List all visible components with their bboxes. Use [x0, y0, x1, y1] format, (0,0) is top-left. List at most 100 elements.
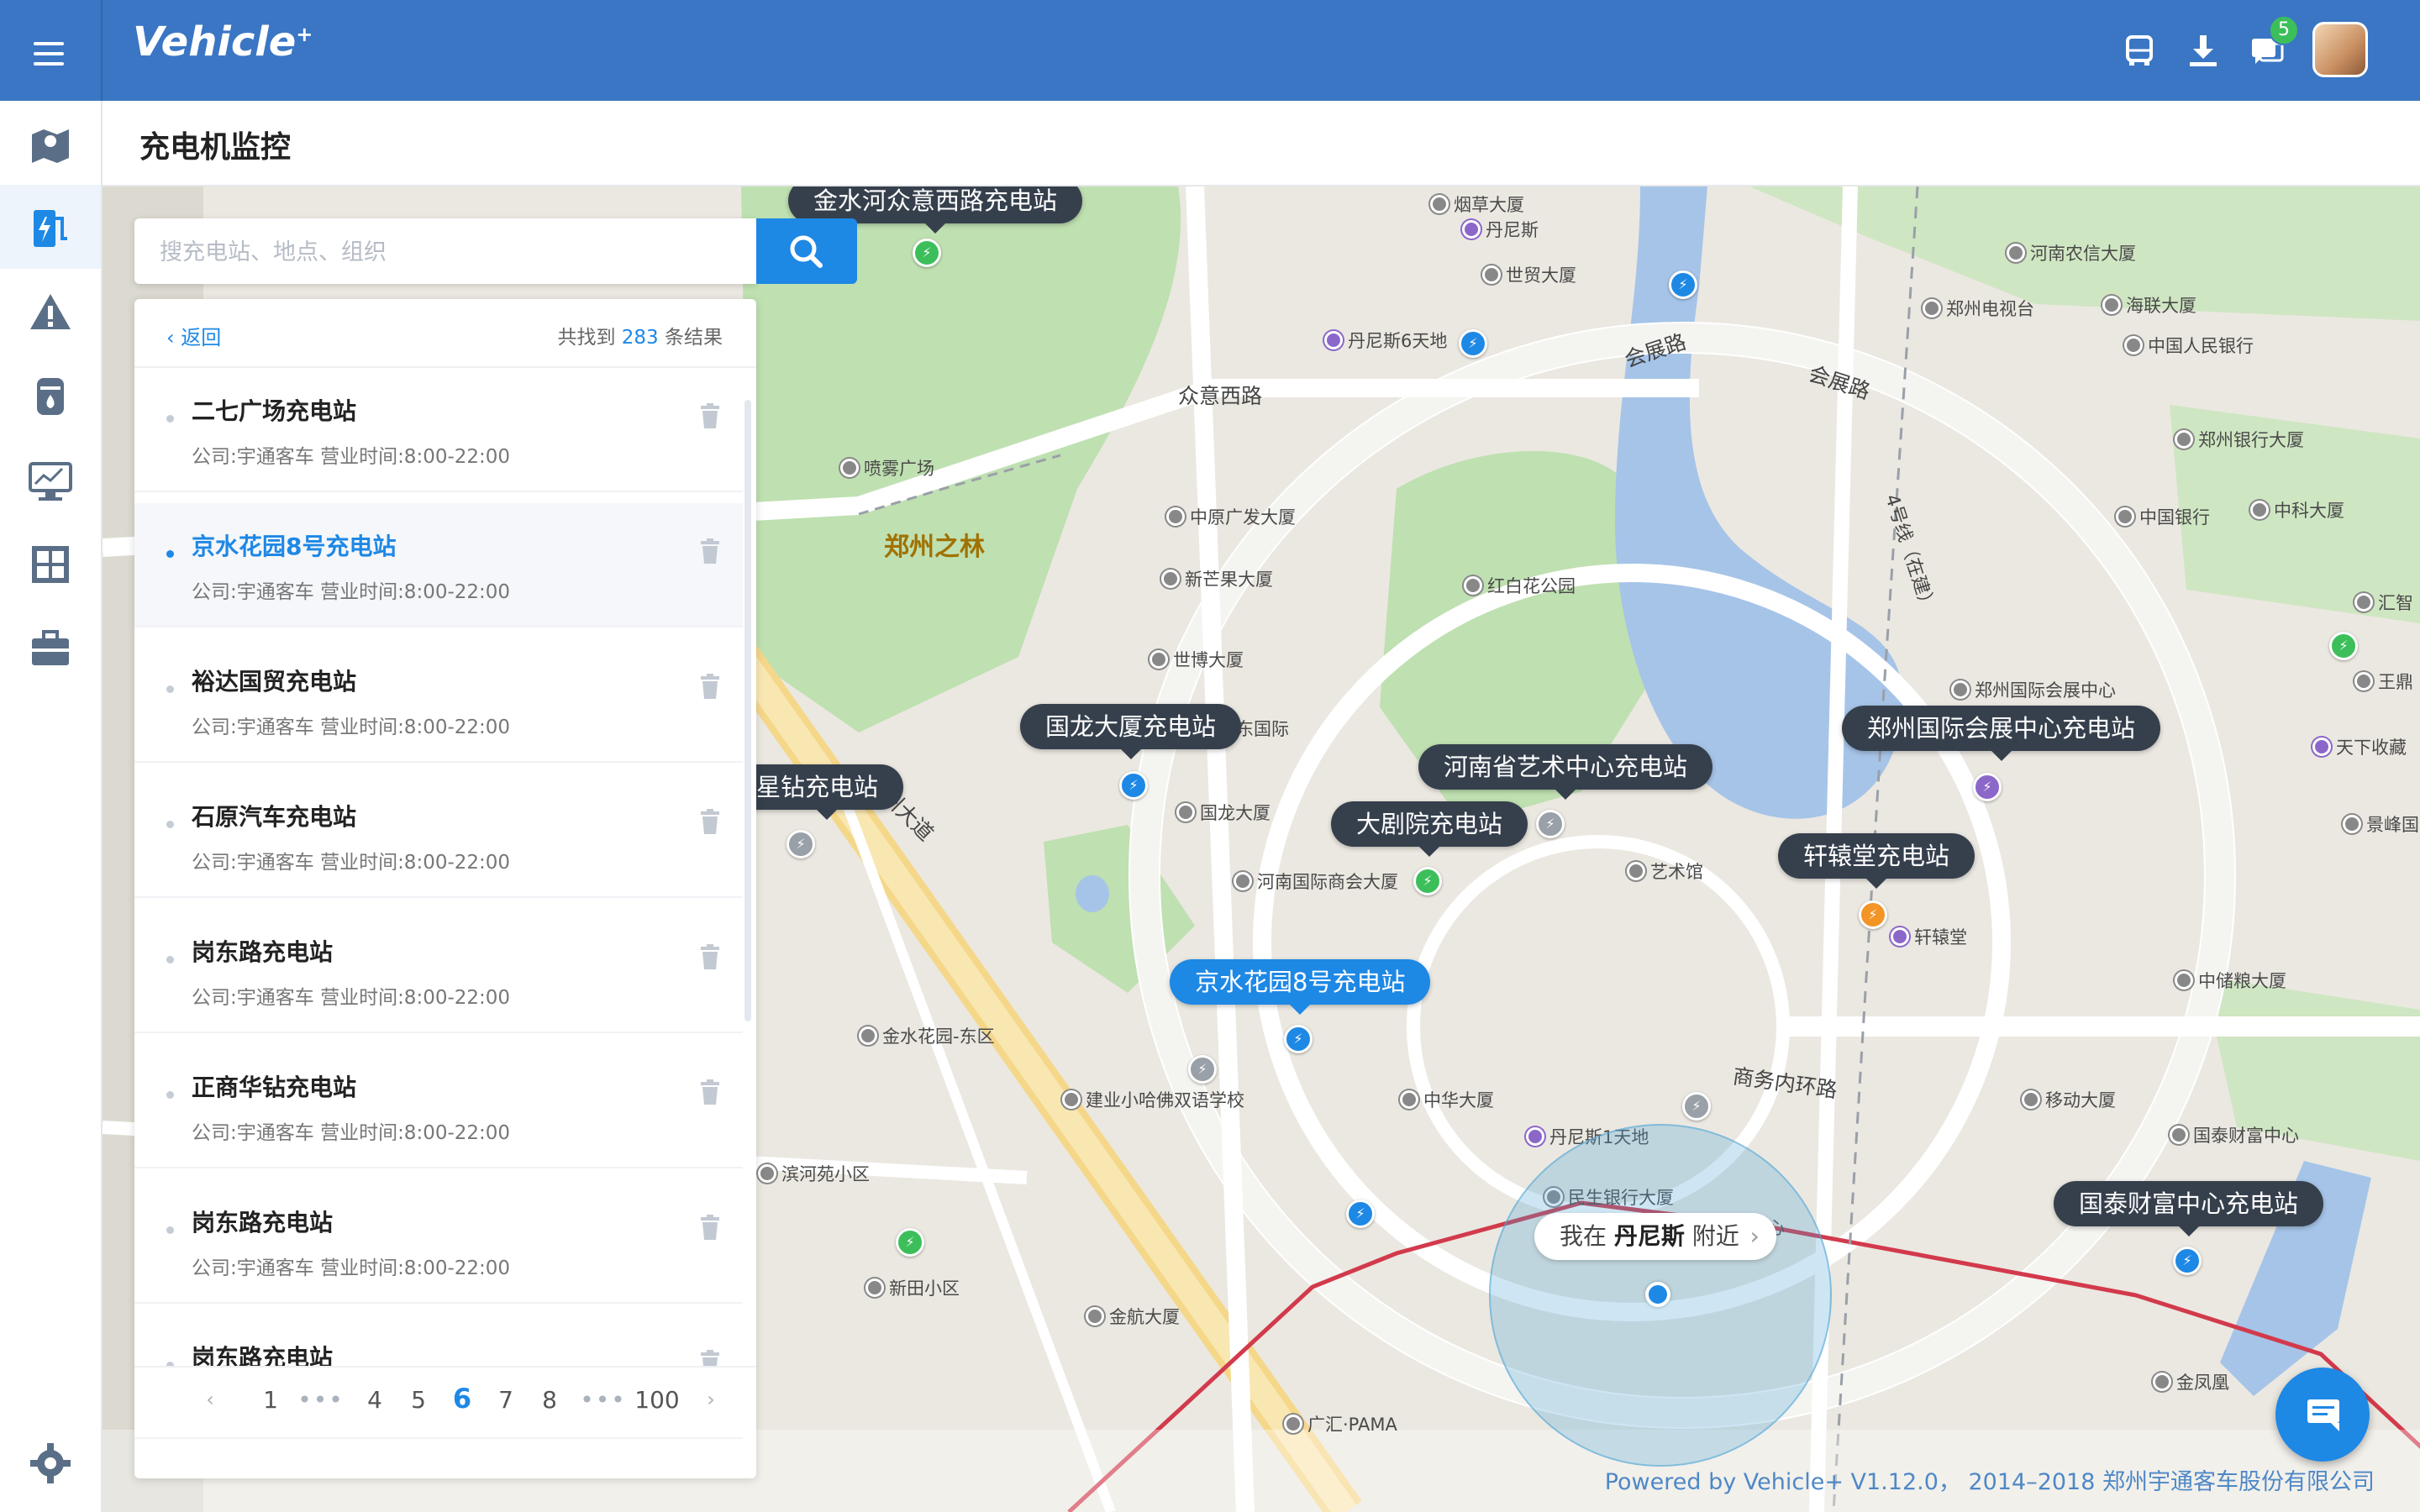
- chevron-left-icon: ‹: [166, 326, 175, 349]
- trash-icon[interactable]: [699, 809, 721, 834]
- poi: 金凤凰: [2153, 1369, 2229, 1394]
- charging-station-pin[interactable]: ⚡: [913, 239, 941, 267]
- bullet: [166, 1091, 174, 1099]
- station-list-item[interactable]: 京水花园8号充电站 公司:宇通客车 营业时间:8:00-22:00: [134, 503, 743, 627]
- station-list-item[interactable]: 正商华钻充电站 公司:宇通客车 营业时间:8:00-22:00: [134, 1044, 743, 1168]
- page-button[interactable]: 8: [524, 1386, 575, 1414]
- poi: 喷雾广场: [840, 455, 934, 480]
- avatar[interactable]: [2312, 22, 2368, 77]
- poi: 中原广发大厦: [1166, 504, 1296, 529]
- station-list-item[interactable]: 岗东路充电站公司:宇通客车 营业时间:8:00-22:00: [134, 909, 743, 1033]
- station-list-item[interactable]: 岗东路充电站公司:宇通客车 营业时间:8:00-22:00: [134, 1179, 743, 1304]
- charging-station-pin[interactable]: ⚡: [1536, 810, 1565, 838]
- poi: 金水花园-东区: [859, 1023, 995, 1048]
- trash-icon[interactable]: [699, 1215, 721, 1240]
- app-logo[interactable]: Vehicle+: [133, 18, 313, 66]
- bullet: [166, 821, 174, 828]
- charging-station-pin[interactable]: ⚡: [1346, 1200, 1375, 1228]
- station-callout[interactable]: 河南省艺术中心充电站: [1418, 744, 1713, 800]
- station-list-item[interactable]: 石原汽车充电站 公司:宇通客车 营业时间:8:00-22:00: [134, 774, 743, 898]
- menu-button[interactable]: [0, 0, 103, 101]
- back-button[interactable]: ‹ 返回: [166, 321, 221, 350]
- page-button[interactable]: 1: [245, 1386, 296, 1414]
- trash-icon[interactable]: [699, 1079, 721, 1105]
- poi: 建业小哈佛双语学校: [1062, 1087, 1244, 1112]
- search-input[interactable]: [158, 218, 750, 286]
- chat-icon: [2307, 1399, 2339, 1431]
- bus-icon[interactable]: [2121, 32, 2158, 69]
- trash-icon[interactable]: [699, 538, 721, 564]
- station-callout[interactable]: 星钻充电站: [750, 764, 904, 820]
- station-meta: 公司:宇通客车 营业时间:8:00-22:00: [192, 446, 511, 468]
- station-callout[interactable]: 国龙大厦充电站: [1020, 704, 1242, 759]
- scrollbar[interactable]: [744, 400, 751, 1021]
- charging-station-pin[interactable]: ⚡: [1119, 771, 1148, 800]
- bullet: [166, 550, 174, 558]
- station-meta: 公司:宇通客车 营业时间:8:00-22:00: [192, 1257, 511, 1279]
- notification-badge: 5: [2269, 15, 2299, 45]
- charging-station-pin[interactable]: ⚡: [1413, 867, 1442, 895]
- poi: 世博大厦: [1150, 647, 1244, 672]
- poi: 国龙大厦: [1176, 800, 1270, 825]
- result-count: 共找到 283 条结果: [557, 327, 723, 349]
- trash-icon[interactable]: [699, 944, 721, 969]
- search-box: [134, 218, 756, 286]
- nav-map[interactable]: [0, 101, 101, 185]
- charging-station-pin[interactable]: ⚡: [2329, 632, 2358, 660]
- station-list-item[interactable]: 裕达国贸充电站 公司:宇通客车 营业时间:8:00-22:00: [134, 638, 743, 763]
- nav-alerts[interactable]: [0, 269, 101, 353]
- nav-dashboard[interactable]: [0, 521, 101, 605]
- poi: 天下收藏: [2312, 734, 2407, 759]
- page-button[interactable]: 6: [437, 1383, 487, 1415]
- poi: 河南国际商会大厦: [1234, 869, 1398, 894]
- station-callout[interactable]: 国泰财富中心充电站: [2054, 1181, 2324, 1236]
- station-list-item[interactable]: 二七广场充电站 公司:宇通客车 营业时间:8:00-22:00: [134, 368, 743, 492]
- prev-page-button[interactable]: ‹: [185, 1388, 235, 1411]
- near-location-pill[interactable]: 我在 丹尼斯 附近 ›: [1534, 1213, 1776, 1260]
- charging-station-pin[interactable]: ⚡: [1973, 773, 2002, 801]
- page-button[interactable]: 7: [481, 1386, 531, 1414]
- download-icon[interactable]: [2185, 32, 2222, 69]
- chat-button[interactable]: [2275, 1368, 2370, 1462]
- nav-charging[interactable]: [0, 185, 101, 269]
- charging-station-pin[interactable]: ⚡: [1682, 1092, 1711, 1121]
- bullet: [166, 685, 174, 693]
- trash-icon[interactable]: [699, 674, 721, 699]
- page-button[interactable]: 5: [393, 1386, 444, 1414]
- nav-tools[interactable]: [0, 605, 101, 689]
- next-page-button[interactable]: ›: [686, 1388, 736, 1411]
- search-button[interactable]: [756, 218, 857, 284]
- charging-station-pin[interactable]: ⚡: [1284, 1025, 1313, 1053]
- charging-station-pin[interactable]: ⚡: [1859, 900, 1887, 929]
- charging-station-pin[interactable]: ⚡: [1188, 1055, 1217, 1084]
- charging-station-pin[interactable]: ⚡: [1669, 270, 1697, 299]
- park-label: 郑州之林: [884, 533, 985, 562]
- poi: 中储粮大厦: [2175, 968, 2286, 993]
- charging-station-pin[interactable]: ⚡: [2173, 1247, 2202, 1275]
- charging-station-pin[interactable]: ⚡: [786, 830, 815, 858]
- charging-station-pin[interactable]: ⚡: [896, 1228, 924, 1257]
- station-name: 石原汽车充电站: [192, 803, 357, 831]
- chevron-right-icon: ›: [1749, 1222, 1760, 1250]
- page-button[interactable]: 100: [632, 1386, 682, 1414]
- charging-station-pin[interactable]: ⚡: [1459, 329, 1487, 358]
- station-callout[interactable]: 大剧院充电站: [1331, 801, 1528, 857]
- station-callout[interactable]: 郑州国际会展中心充电站: [1842, 706, 2161, 761]
- station-meta: 公司:宇通客车 营业时间:8:00-22:00: [192, 717, 511, 738]
- nav-settings[interactable]: [0, 1420, 101, 1504]
- page-button[interactable]: 4: [350, 1386, 400, 1414]
- station-callout[interactable]: 轩辕堂充电站: [1778, 833, 1975, 889]
- footer: Powered by Vehicle+ V1.12.0， 2014–2018 郑…: [1604, 1469, 2375, 1495]
- trash-icon[interactable]: [699, 403, 721, 428]
- poi: 郑州银行大厦: [2175, 427, 2304, 452]
- charger-icon: [34, 210, 67, 247]
- nav-energy[interactable]: [0, 353, 101, 437]
- poi: 新芒果大厦: [1161, 566, 1273, 591]
- page-header: 充电机监控: [103, 101, 2420, 186]
- station-meta: 公司:宇通客车 营业时间:8:00-22:00: [192, 581, 511, 603]
- poi: 艺术馆: [1627, 858, 1703, 884]
- poi: 王鼎: [2354, 669, 2413, 694]
- station-callout-selected[interactable]: 京水花园8号充电站: [1170, 959, 1431, 1015]
- nav-monitor[interactable]: [0, 437, 101, 521]
- bullet: [166, 1226, 174, 1234]
